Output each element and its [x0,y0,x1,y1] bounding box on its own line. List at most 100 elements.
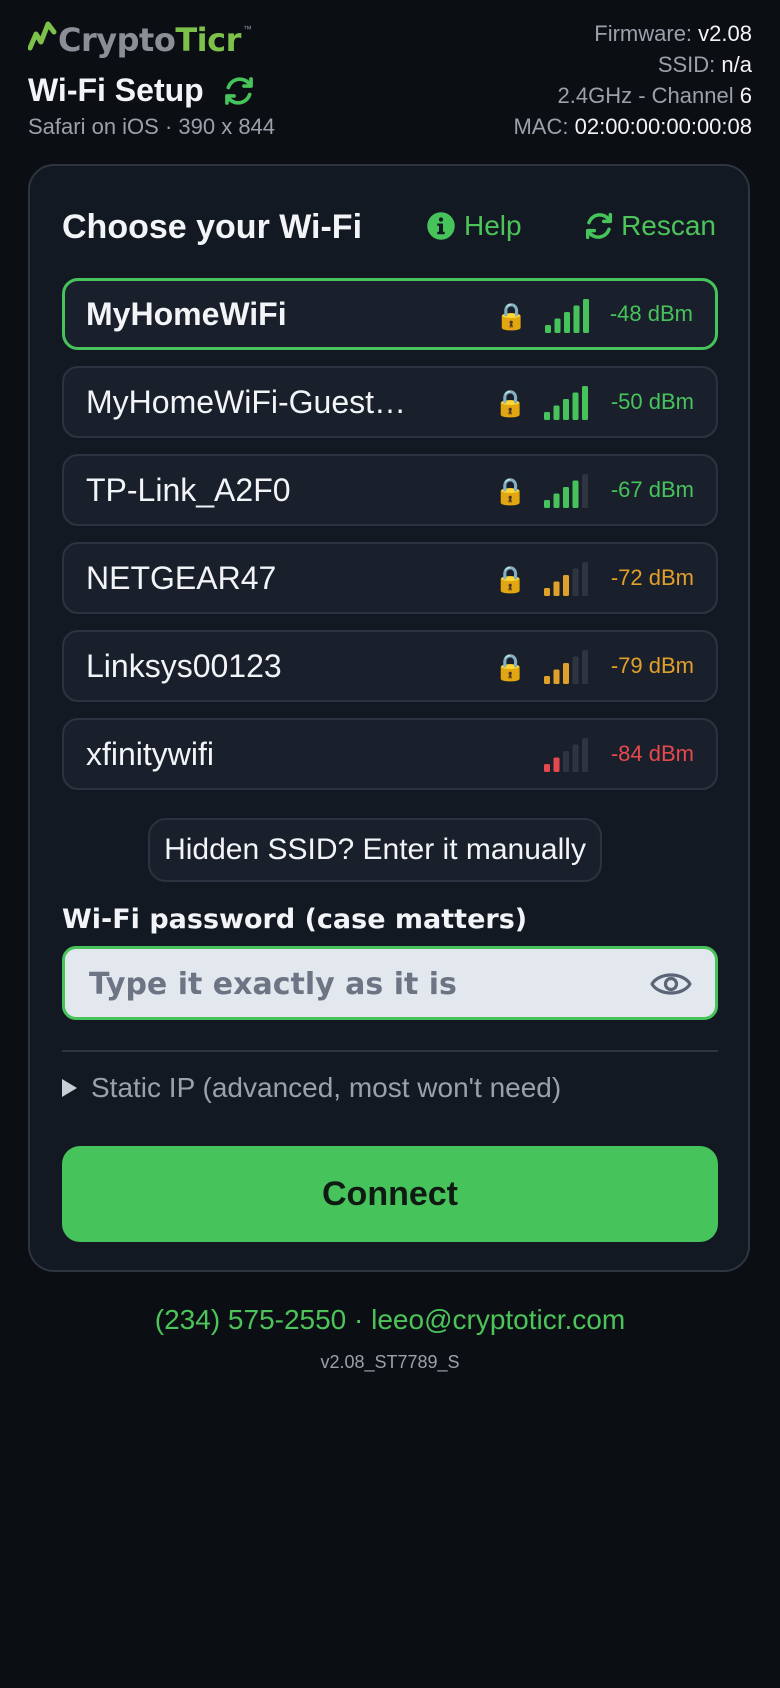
ssid-line: SSID: n/a [513,49,752,80]
signal-bar [563,751,569,772]
help-label: Help [464,210,522,241]
signal-bar [572,744,579,772]
signal-dbm: -72 dBm [610,565,694,590]
signal-strength-icon [544,562,588,596]
network-name: MyHomeWiFi-Guest… [86,383,407,420]
page-subtitle: Safari on iOS · 390 x 844 [28,114,276,139]
signal-bar [583,299,589,333]
logo-text-ticr: Ticr [175,21,241,59]
network-item[interactable]: Linksys00123 🔒 -79 dBm [62,630,718,702]
footer-contact[interactable]: (234) 575-2550 · leeo@cryptoticr.com [0,1304,780,1336]
info-icon [427,212,455,240]
trademark-mark: ™ [242,24,252,34]
rescan-link[interactable]: Rescan [583,210,716,242]
mac-value: 02:00:00:00:00:08 [574,114,752,139]
signal-dbm: -84 dBm [610,741,694,766]
network-item[interactable]: MyHomeWiFi 🔒 -48 dBm [62,278,718,350]
network-item[interactable]: xfinitywifi 🔒 -84 dBm [62,718,718,790]
static-ip-label: Static IP (advanced, most won't need) [91,1072,562,1103]
lock-icon: 🔒 [495,301,528,331]
network-name: MyHomeWiFi [86,295,287,332]
network-item[interactable]: NETGEAR47 🔒 -72 dBm [62,542,718,614]
firmware-value: v2.08 [698,21,752,46]
signal-dbm: -50 dBm [610,389,694,414]
signal-bar [572,656,579,684]
chart-logo-icon [28,21,57,51]
channel-value: 6 [739,83,752,108]
signal-strength-icon [544,386,588,420]
rescan-icon [585,212,613,240]
help-link[interactable]: Help [426,210,522,242]
signal-bar [563,663,569,684]
password-field [62,946,718,1020]
signal-bar [544,588,550,596]
network-name: xfinitywifi [86,735,215,772]
ssid-label: SSID: [657,52,716,77]
network-item[interactable]: TP-Link_A2F0 🔒 -67 dBm [62,454,718,526]
signal-bar [544,412,550,420]
password-input[interactable] [87,949,611,1019]
ssid-value: n/a [721,52,752,77]
firmware-line: Firmware: v2.08 [513,18,752,49]
refresh-icon[interactable] [222,74,256,108]
wifi-card: Choose your Wi-Fi Help Rescan MyHomeWiFi… [28,164,750,1272]
lock-icon: 🔒 [494,652,527,682]
rescan-label: Rescan [621,210,716,241]
signal-bar [553,757,560,772]
card-title: Choose your Wi-Fi [62,208,363,246]
signal-bar [582,474,588,508]
signal-bar [563,487,569,508]
band-label: 2.4GHz - Channel [557,83,734,108]
signal-bar [544,764,550,772]
signal-bar [553,493,560,508]
lock-icon: 🔒 [494,388,527,418]
header: Crypto Ticr ™ Wi-Fi Setup Safari on iOS · … [28,18,752,148]
signal-strength-icon [545,299,589,333]
page-title: Wi-Fi Setup [28,72,204,108]
brand-logo: Crypto Ticr ™ [28,18,252,62]
mac-line: MAC: 02:00:00:00:00:08 [513,111,752,142]
signal-strength-icon [544,650,588,684]
lock-icon: 🔒 [494,476,527,506]
device-info: Firmware: v2.08 SSID: n/a 2.4GHz - Chann… [513,18,752,142]
signal-dbm: -67 dBm [610,477,694,502]
footer-version: v2.08_ST7789_S [320,1352,460,1372]
signal-bar [582,650,588,684]
static-ip-toggle[interactable]: Static IP (advanced, most won't need) [62,1072,561,1104]
network-name: TP-Link_A2F0 [86,471,291,508]
signal-dbm: -48 dBm [609,301,693,326]
lock-icon: 🔒 [494,564,527,594]
disclosure-triangle-icon [62,1079,77,1097]
signal-bar [564,312,570,333]
band-line: 2.4GHz - Channel 6 [513,80,752,111]
signal-bar [544,676,550,684]
signal-bar [582,386,588,420]
network-name: Linksys00123 [86,647,282,684]
signal-bar [544,500,550,508]
signal-bar [545,325,551,333]
signal-bar [563,575,569,596]
signal-dbm: -79 dBm [610,653,694,678]
signal-bar [573,305,580,333]
signal-bar [553,669,560,684]
logo-text-crypto: Crypto [58,21,176,59]
signal-bar [572,568,579,596]
password-label: Wi-Fi password (case matters) [62,904,528,935]
signal-bar [553,405,560,420]
firmware-label: Firmware: [594,21,693,46]
signal-bar [563,399,569,420]
eye-icon[interactable] [649,965,693,1003]
hidden-ssid-button[interactable]: Hidden SSID? Enter it manually [148,818,602,882]
signal-bar [572,392,579,420]
divider [62,1050,718,1052]
mac-label: MAC: [513,114,569,139]
signal-bar [572,480,579,508]
signal-bar [582,562,588,596]
network-item[interactable]: MyHomeWiFi-Guest… 🔒 -50 dBm [62,366,718,438]
signal-bar [553,581,560,596]
signal-bar [554,318,561,333]
signal-bar [582,738,588,772]
signal-strength-icon [544,474,588,508]
connect-button[interactable]: Connect [62,1146,718,1242]
network-list: MyHomeWiFi 🔒 -48 dBm MyHomeWiFi-Guest… 🔒… [62,278,718,806]
